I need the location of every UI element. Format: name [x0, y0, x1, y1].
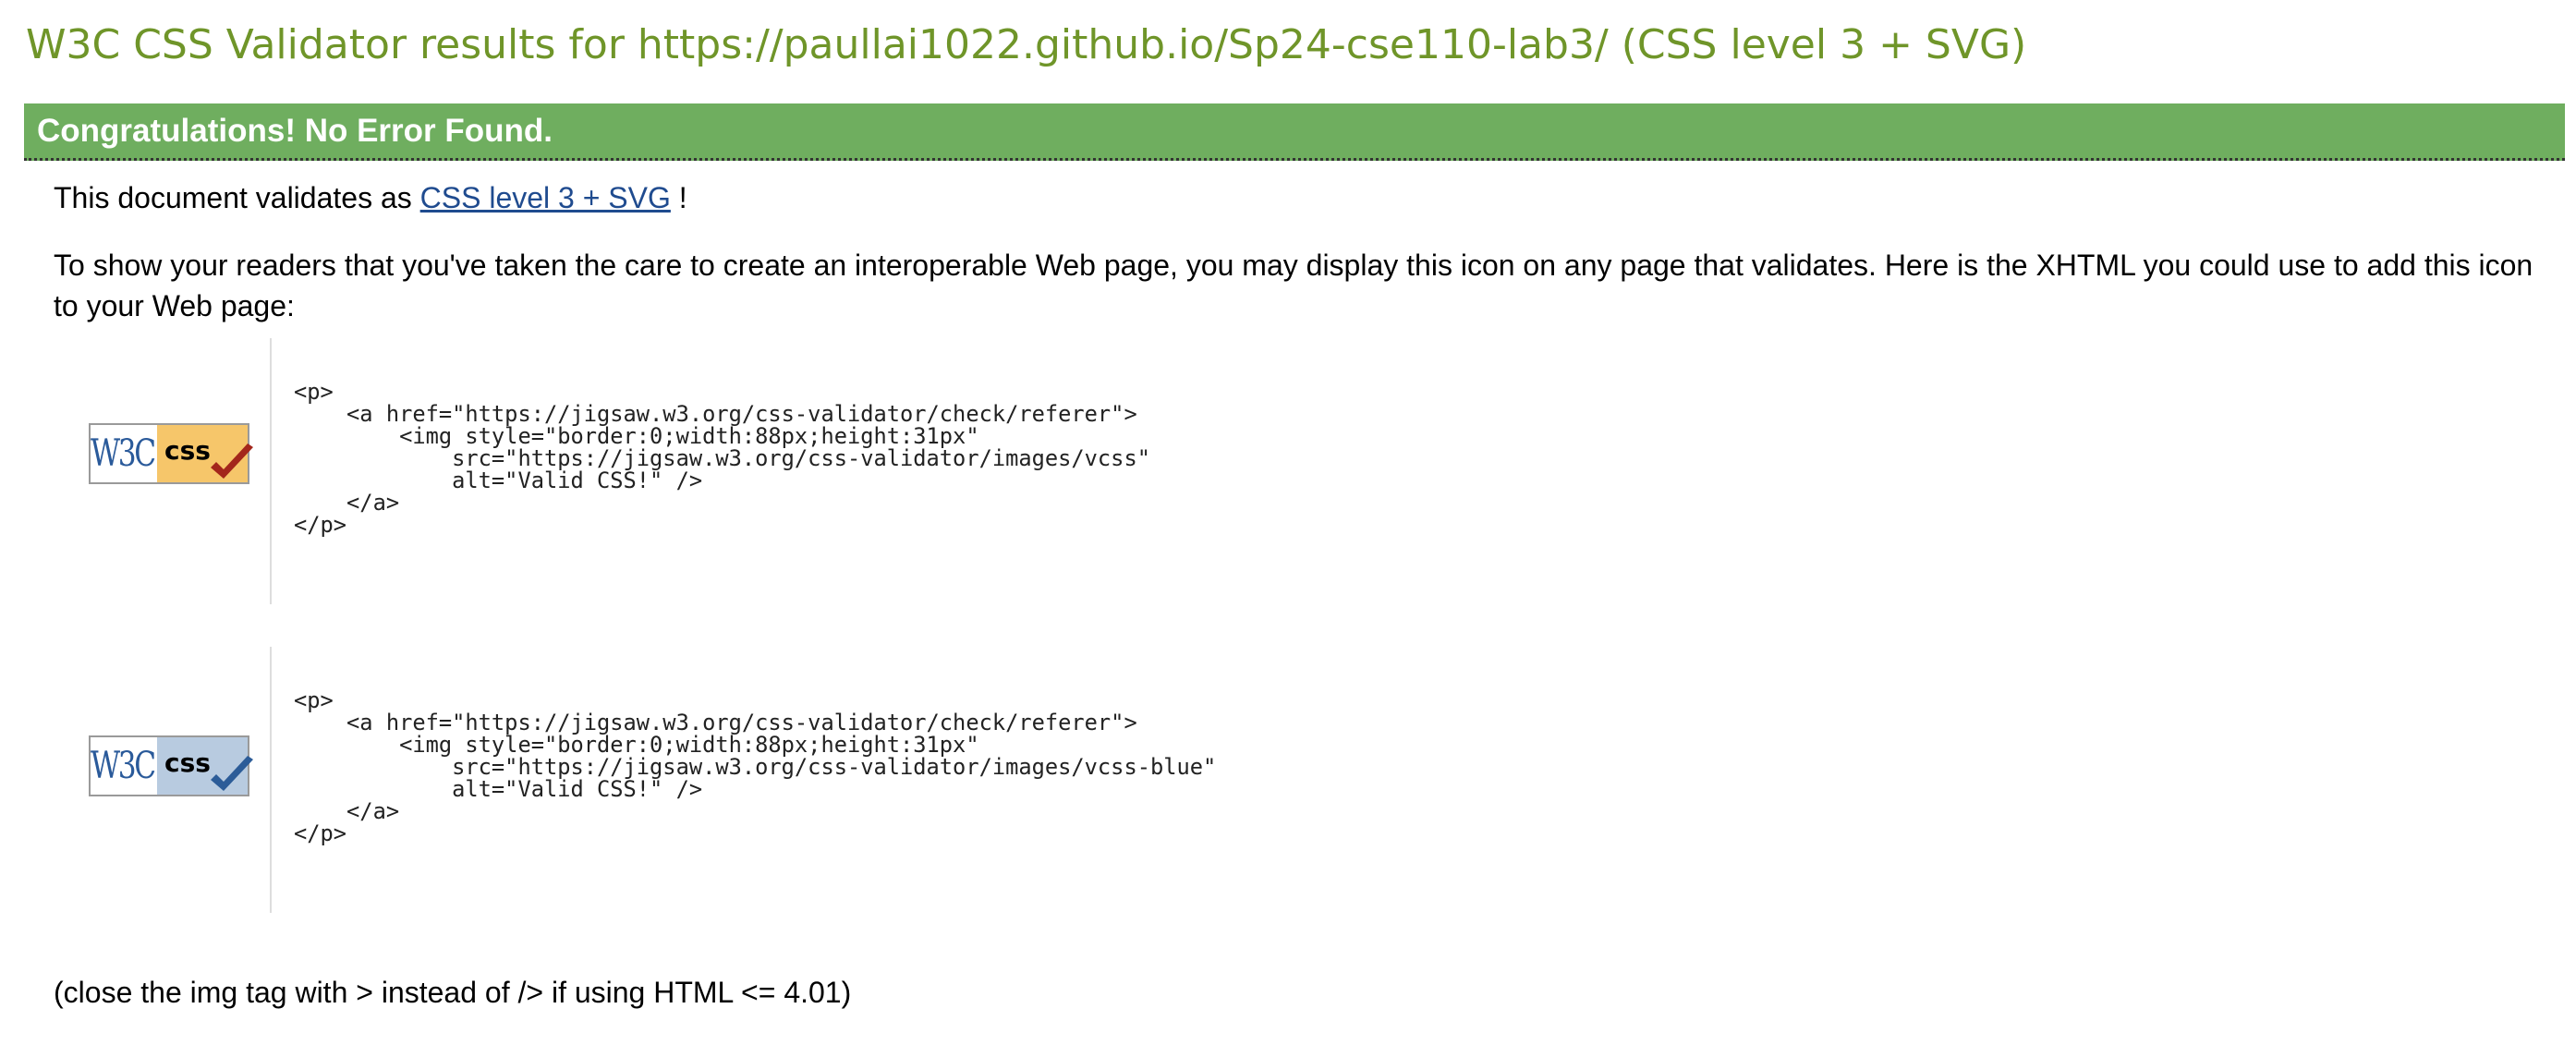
page-title: W3C CSS Validator results for https://pa…: [26, 21, 2027, 68]
code-divider: [270, 338, 272, 604]
w3c-logo-text: W3C: [91, 425, 156, 482]
valid-css-gold-badge-icon: W3C css: [89, 423, 253, 484]
code-divider: [270, 647, 272, 913]
css-level-link[interactable]: CSS level 3 + SVG: [420, 181, 671, 214]
red-check-icon: [211, 443, 253, 479]
badge-code-snippet: <p> <a href="https://jigsaw.w3.org/css-v…: [294, 379, 1150, 538]
badge-code-snippet: <p> <a href="https://jigsaw.w3.org/css-v…: [294, 687, 1217, 846]
validates-prefix: This document validates as: [54, 181, 420, 214]
icon-instructions: To show your readers that you've taken t…: [54, 249, 2533, 322]
validates-message: This document validates as CSS level 3 +…: [54, 177, 687, 218]
closing-note: (close the img tag with > instead of /> …: [54, 976, 852, 1009]
validates-suffix: !: [670, 181, 687, 214]
blue-badge-section: W3C css <p> <a href="https://jigsaw.w3.o…: [54, 647, 2548, 915]
blue-check-icon: [211, 756, 253, 791]
success-banner: Congratulations! No Error Found.: [24, 103, 2565, 161]
valid-css-blue-badge-icon: W3C css: [89, 735, 253, 796]
gold-badge-section: W3C css <p> <a href="https://jigsaw.w3.o…: [54, 338, 2548, 606]
w3c-logo-text: W3C: [91, 737, 156, 795]
